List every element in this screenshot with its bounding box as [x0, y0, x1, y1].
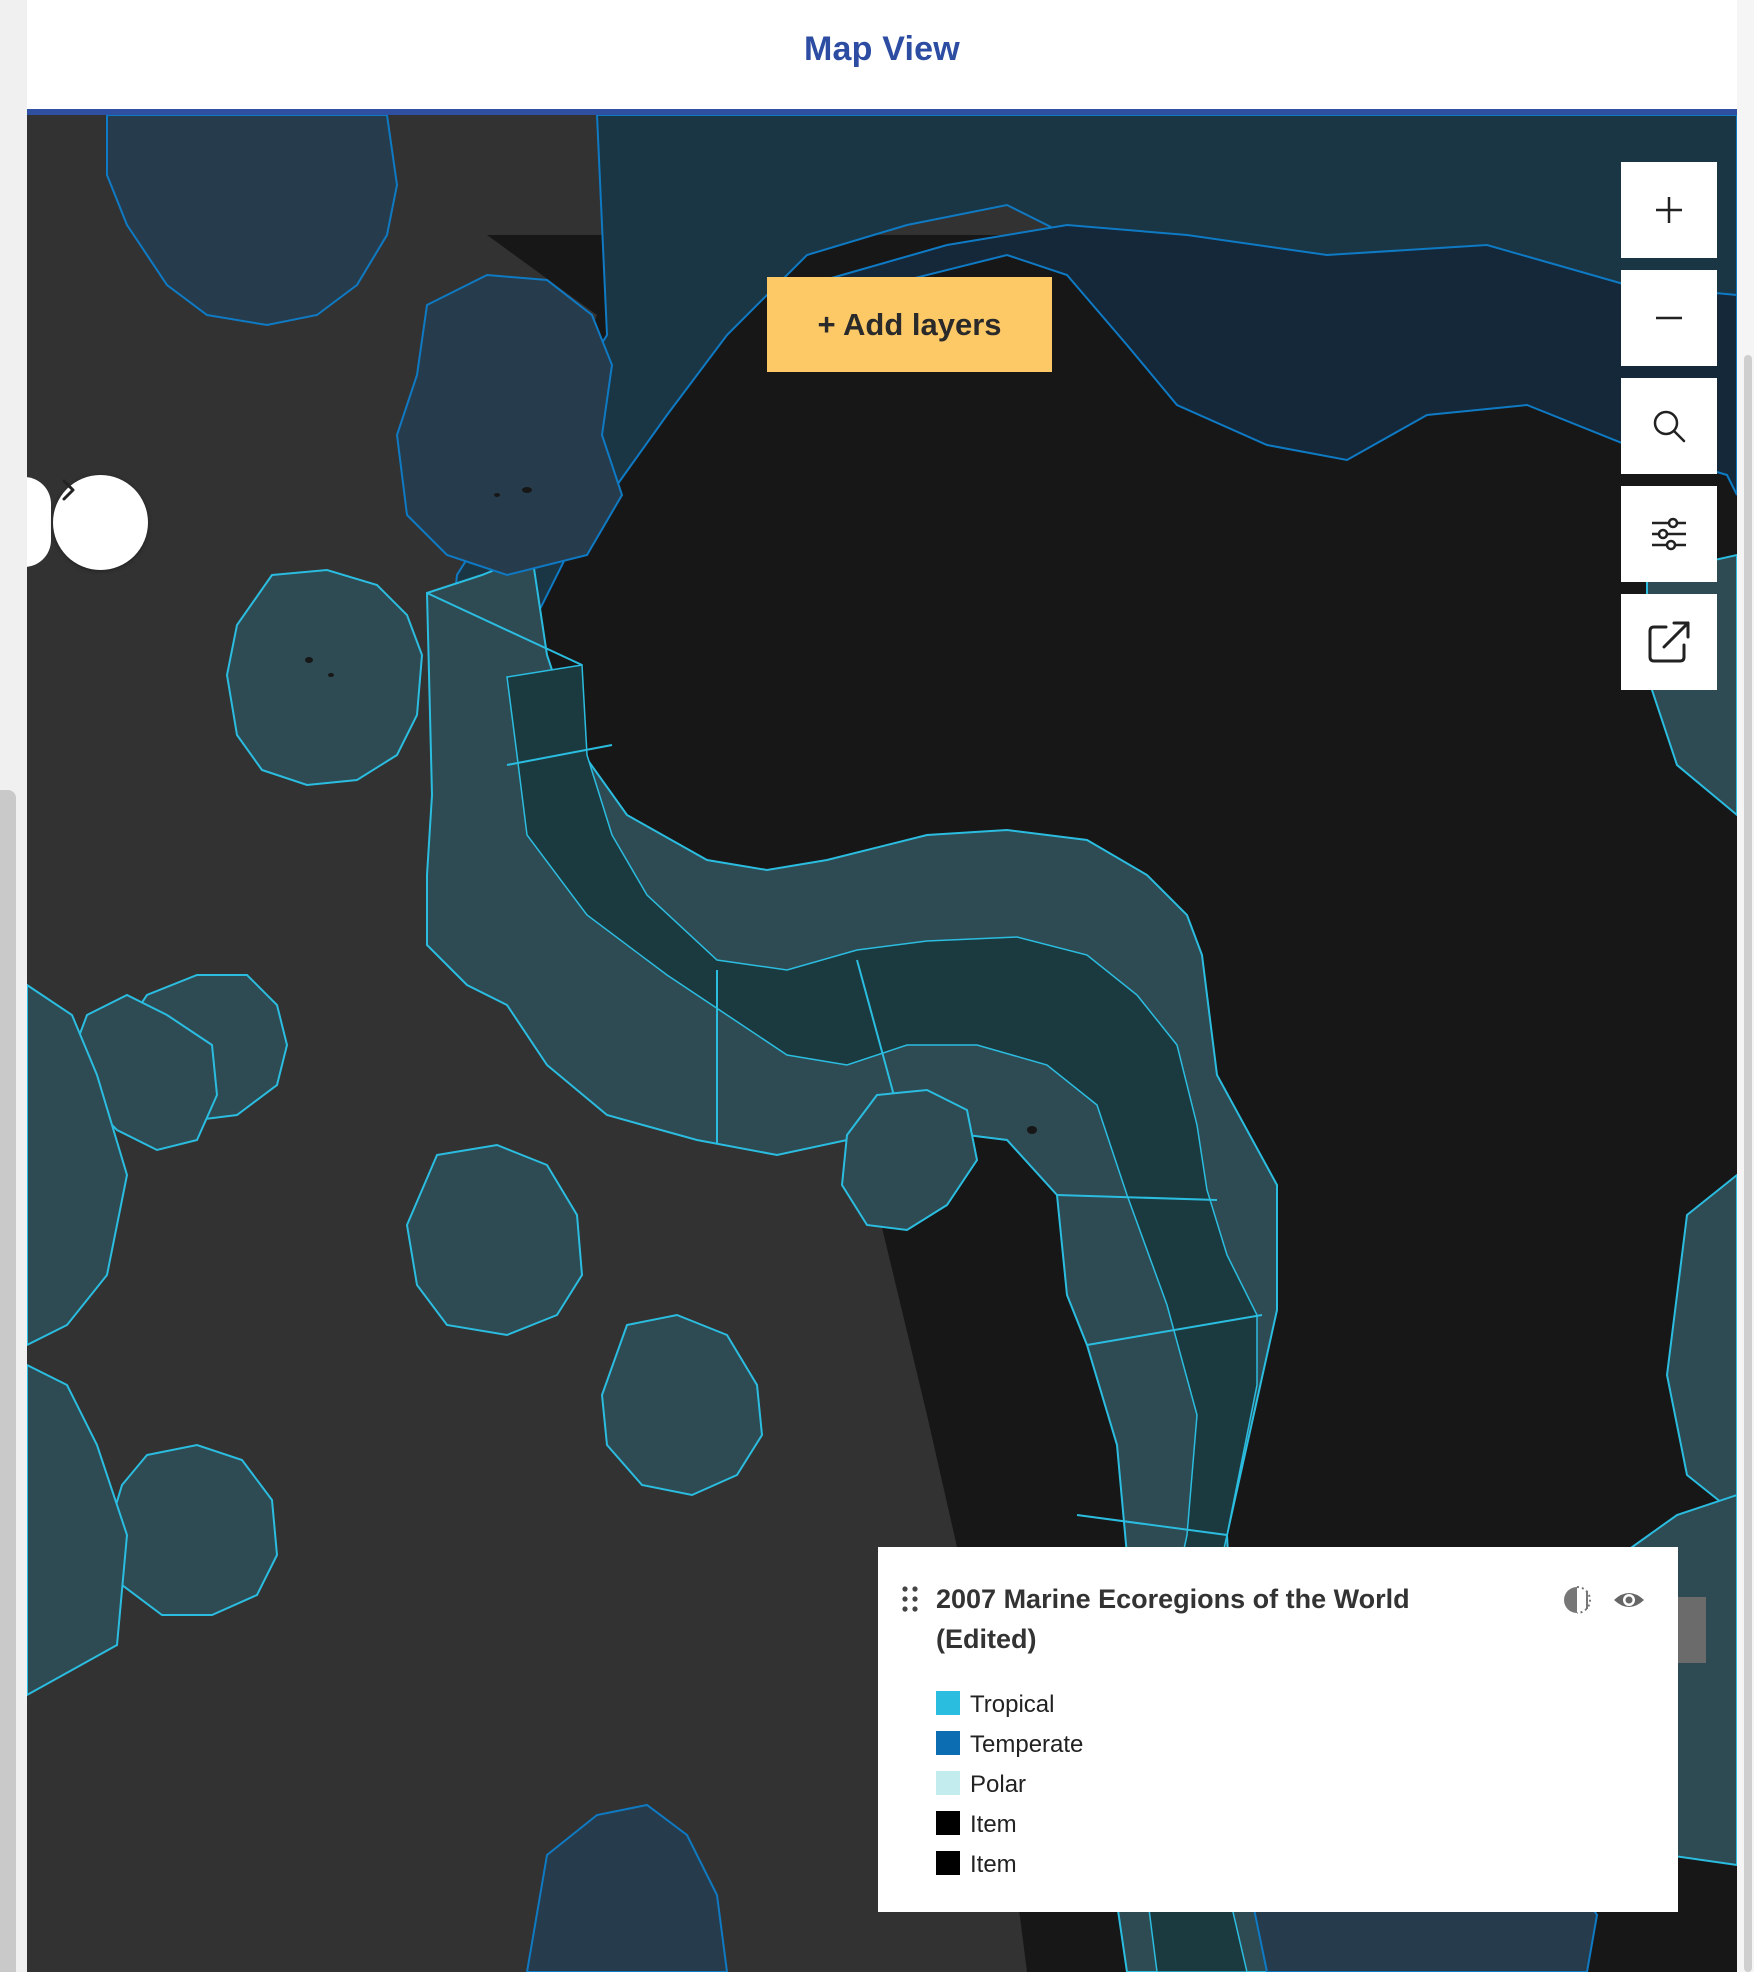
half-circle-icon[interactable] — [1562, 1585, 1592, 1615]
zoom-in-button[interactable] — [1621, 162, 1717, 258]
legend-item: Tropical — [936, 1685, 1083, 1725]
zoom-out-button[interactable] — [1621, 270, 1717, 366]
plus-icon — [1656, 197, 1682, 223]
sliders-icon — [1652, 517, 1686, 551]
legend-swatch-item — [936, 1811, 960, 1835]
legend-items: Tropical Temperate Polar Item Item — [936, 1685, 1083, 1885]
chevron-right-icon — [62, 479, 75, 501]
page-title: Map View — [804, 30, 960, 68]
legend-label: Tropical — [970, 1691, 1055, 1718]
legend-item: Item — [936, 1805, 1083, 1845]
legend-swatch-item — [936, 1851, 960, 1875]
legend-label: Temperate — [970, 1731, 1084, 1758]
search-icon — [1653, 410, 1686, 443]
legend-item: Polar — [936, 1765, 1083, 1805]
external-link-icon — [1648, 621, 1690, 663]
legend-item: Temperate — [936, 1725, 1083, 1765]
search-button[interactable] — [1621, 378, 1717, 474]
page: Map View + Add layers 2007 Marine Ecoreg… — [0, 0, 1754, 1972]
page-scrollbar[interactable] — [1744, 355, 1752, 1972]
filter-button[interactable] — [1621, 486, 1717, 582]
legend-layer-title: 2007 Marine Ecoregions of the World (Edi… — [936, 1584, 1410, 1654]
legend-label: Item — [970, 1811, 1017, 1838]
share-button[interactable] — [1621, 594, 1717, 690]
minus-icon — [1656, 316, 1682, 320]
add-layers-button[interactable]: + Add layers — [767, 277, 1052, 372]
legend-panel: 2007 Marine Ecoregions of the World (Edi… — [878, 1547, 1678, 1912]
drag-handle-icon[interactable] — [900, 1585, 920, 1615]
eye-icon[interactable] — [1612, 1585, 1646, 1615]
legend-item: Item — [936, 1845, 1083, 1885]
ecoregion-canary — [395, 273, 624, 577]
legend-swatch-tropical — [936, 1691, 960, 1715]
legend-label: Item — [970, 1851, 1017, 1878]
left-scrollbar[interactable] — [0, 790, 16, 1972]
legend-swatch-polar — [936, 1771, 960, 1795]
page-header: Map View — [27, 0, 1737, 115]
legend-label: Polar — [970, 1771, 1027, 1798]
legend-swatch-temperate — [936, 1731, 960, 1755]
right-gutter — [1737, 0, 1754, 1972]
sidebar-toggle-button[interactable] — [53, 475, 148, 570]
